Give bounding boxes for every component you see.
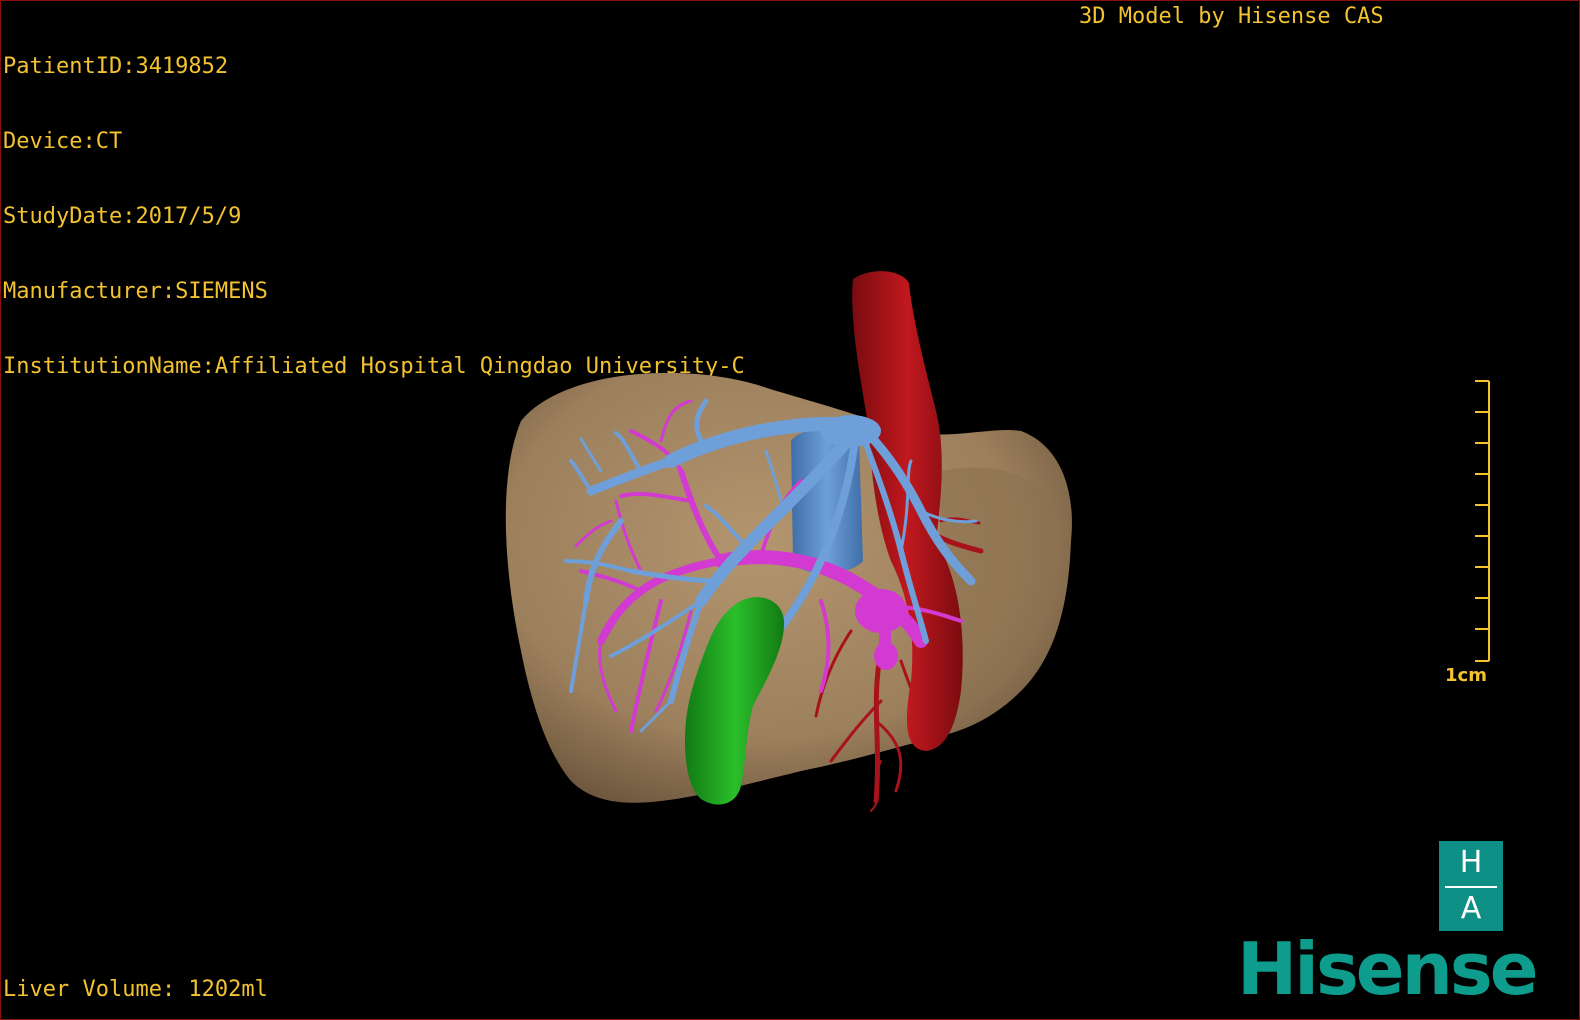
- hepatic-vein-confluence: [821, 415, 881, 447]
- liver-3d-model[interactable]: [1, 1, 1579, 1019]
- scale-bar: [1475, 380, 1490, 662]
- liver-volume: Liver Volume: 1202ml: [3, 977, 268, 1002]
- portal-vein-confluence: [855, 589, 907, 633]
- scale-label: 1cm: [1445, 665, 1487, 686]
- portal-vein-bulb: [874, 642, 898, 670]
- ha-logo-divider: [1445, 886, 1497, 888]
- ha-logo-top: H: [1459, 845, 1483, 880]
- 3d-viewport[interactable]: PatientID:3419852 Device:CT StudyDate:20…: [0, 0, 1580, 1020]
- ha-logo-bottom: A: [1460, 891, 1482, 926]
- ha-logo-icon: H A: [1439, 841, 1503, 931]
- hisense-logo: Hisense: [1237, 927, 1539, 1011]
